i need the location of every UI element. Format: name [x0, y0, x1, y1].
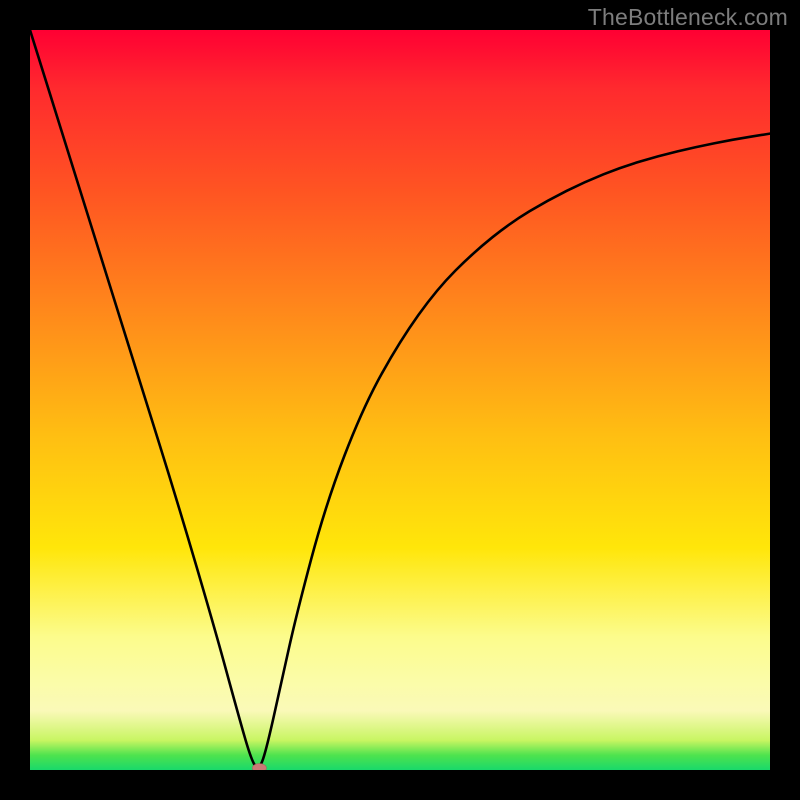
plot-area [30, 30, 770, 770]
curve-layer [30, 30, 770, 770]
bottleneck-curve [30, 30, 770, 767]
watermark-text: TheBottleneck.com [588, 4, 788, 31]
chart-frame: TheBottleneck.com [0, 0, 800, 800]
minimum-marker [252, 764, 266, 771]
